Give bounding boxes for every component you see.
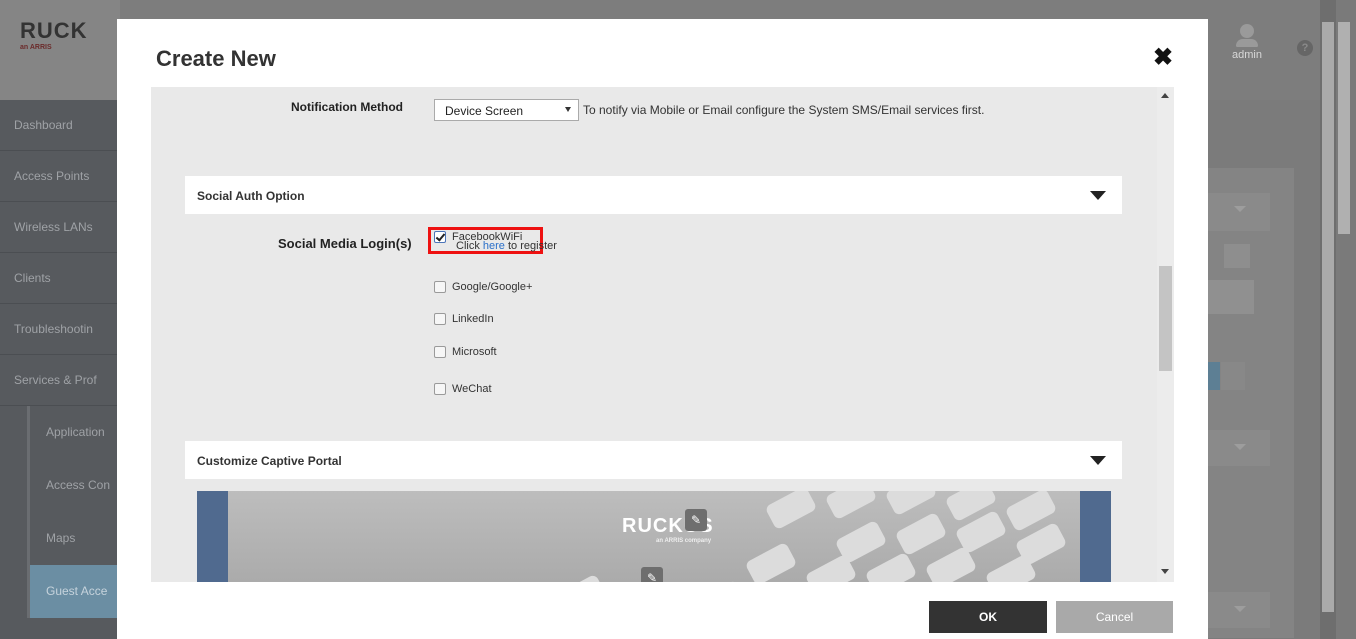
chevron-down-icon xyxy=(565,107,571,112)
background-table-header xyxy=(1208,280,1254,314)
create-new-dialog: Create New ✖ Notification Method Device … xyxy=(117,19,1208,639)
gear-icon xyxy=(1224,244,1250,268)
microsoft-checkbox[interactable] xyxy=(434,346,446,359)
notification-method-select[interactable]: Device Screen xyxy=(434,99,579,121)
preview-logo-subtext: an ARRIS company xyxy=(656,538,712,544)
register-prefix: Click xyxy=(456,240,480,252)
sidebar-subitem-guest-access[interactable]: Guest Acce xyxy=(27,565,118,618)
preview-background-image: RUCKUS an ARRIS company ✎ ✎ xyxy=(228,491,1080,582)
page-scrollbar-thumb[interactable] xyxy=(1322,22,1334,612)
logo-subtext: an ARRIS xyxy=(20,44,52,51)
ok-button[interactable]: OK xyxy=(929,601,1047,633)
sidebar-subitem-application[interactable]: Application xyxy=(27,406,118,459)
facebook-wifi-checkbox[interactable] xyxy=(434,231,446,244)
logo-area: RUCK an ARRIS xyxy=(0,0,120,100)
register-suffix: to register xyxy=(508,240,557,252)
chevron-down-icon[interactable] xyxy=(1090,191,1106,200)
wechat-label: WeChat xyxy=(452,383,492,396)
linkedin-checkbox[interactable] xyxy=(434,313,446,326)
help-icon[interactable]: ? xyxy=(1297,40,1313,56)
background-next-button xyxy=(1221,362,1245,390)
captive-portal-preview: RUCKUS an ARRIS company ✎ ✎ ✎ xyxy=(197,491,1111,582)
sidebar-subitem-access-control[interactable]: Access Con xyxy=(27,459,118,512)
register-link[interactable]: here xyxy=(483,240,505,252)
sidebar-item-clients[interactable]: Clients xyxy=(0,253,118,304)
edit-logo-icon[interactable]: ✎ xyxy=(685,509,707,531)
social-media-login-label: Social Media Login(s) xyxy=(278,236,412,251)
linkedin-option[interactable]: LinkedIn xyxy=(434,313,494,329)
social-auth-section-title: Social Auth Option xyxy=(197,189,305,203)
microsoft-option[interactable]: Microsoft xyxy=(434,346,497,362)
sidebar-item-access-points[interactable]: Access Points xyxy=(0,151,118,202)
sidebar-item-wireless-lans[interactable]: Wireless LANs xyxy=(0,202,118,253)
linkedin-label: LinkedIn xyxy=(452,313,494,326)
user-menu[interactable]: admin xyxy=(1222,24,1272,61)
sidebar: Dashboard Access Points Wireless LANs Cl… xyxy=(0,100,118,639)
dialog-body: Notification Method Device Screen To not… xyxy=(151,87,1174,582)
sidebar-item-services[interactable]: Services & Prof xyxy=(0,355,118,406)
sidebar-item-troubleshooting[interactable]: Troubleshootin xyxy=(0,304,118,355)
window-scrollbar-thumb[interactable] xyxy=(1338,22,1350,234)
chevron-down-icon xyxy=(1234,444,1246,450)
scroll-down-arrow-icon[interactable] xyxy=(1161,569,1169,574)
ruckus-logo: RUCK an ARRIS xyxy=(20,18,88,51)
edit-content-icon[interactable]: ✎ xyxy=(641,567,663,582)
chevron-down-icon[interactable] xyxy=(1090,456,1106,465)
chevron-down-icon xyxy=(1234,606,1246,612)
background-page-button xyxy=(1208,362,1220,390)
close-icon[interactable]: ✖ xyxy=(1152,46,1174,70)
wechat-option[interactable]: WeChat xyxy=(434,383,492,399)
scroll-up-arrow-icon[interactable] xyxy=(1161,93,1169,98)
logo-text: RUCK xyxy=(20,18,88,43)
google-checkbox[interactable] xyxy=(434,281,446,294)
sidebar-item-dashboard[interactable]: Dashboard xyxy=(0,100,118,151)
dialog-scrollbar-thumb[interactable] xyxy=(1159,266,1172,371)
social-auth-section-header[interactable]: Social Auth Option xyxy=(185,176,1122,214)
notification-method-label: Notification Method xyxy=(291,100,403,114)
background-panel xyxy=(1208,168,1294,638)
dialog-title: Create New xyxy=(156,46,276,71)
wechat-checkbox[interactable] xyxy=(434,383,446,396)
google-option[interactable]: Google/Google+ xyxy=(434,281,532,297)
background-dropdown xyxy=(1208,193,1270,231)
cancel-button[interactable]: Cancel xyxy=(1056,601,1173,633)
user-label: admin xyxy=(1232,49,1262,61)
captive-portal-section-header[interactable]: Customize Captive Portal xyxy=(185,441,1122,479)
user-icon xyxy=(1240,24,1254,38)
register-line: Click here to register xyxy=(456,240,557,252)
google-label: Google/Google+ xyxy=(452,281,533,294)
microsoft-label: Microsoft xyxy=(452,346,497,359)
notification-method-value: Device Screen xyxy=(445,104,524,118)
notification-hint: To notify via Mobile or Email configure … xyxy=(583,103,985,117)
chevron-down-icon xyxy=(1234,206,1246,212)
sidebar-subitem-maps[interactable]: Maps xyxy=(27,512,118,565)
captive-portal-section-title: Customize Captive Portal xyxy=(197,454,342,468)
